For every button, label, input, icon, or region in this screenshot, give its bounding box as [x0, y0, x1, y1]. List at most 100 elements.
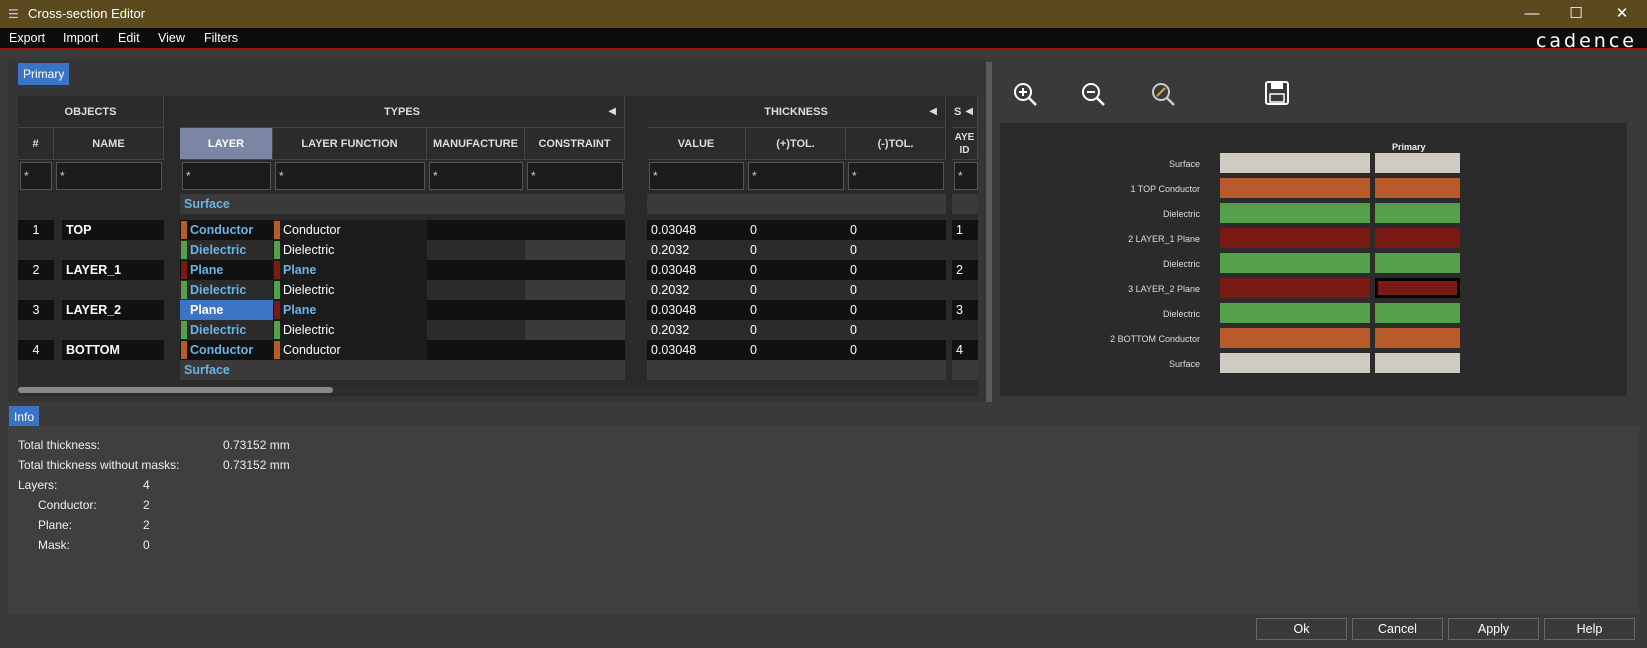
col-ptol[interactable]: (+)TOL.: [746, 128, 846, 160]
cell-layer[interactable]: Plane: [180, 260, 273, 280]
cell-value[interactable]: 0.03048: [647, 300, 746, 320]
preview-layer-bar[interactable]: [1220, 153, 1370, 173]
cell-ptol[interactable]: 0: [746, 280, 846, 300]
cell-manufacture[interactable]: [427, 220, 525, 240]
preview-primary-bar[interactable]: [1375, 228, 1460, 248]
cell-name[interactable]: LAYER_1: [62, 260, 164, 280]
col-ntol[interactable]: (-)TOL.: [846, 128, 946, 160]
splitter[interactable]: [986, 62, 992, 402]
cell-constraint[interactable]: [525, 220, 625, 240]
cell-layer-function[interactable]: Conductor: [273, 340, 427, 360]
col-constraint[interactable]: CONSTRAINT: [525, 128, 625, 160]
preview-layer-bar[interactable]: [1220, 178, 1370, 198]
cell-name[interactable]: TOP: [62, 220, 164, 240]
cell-layer[interactable]: Conductor: [180, 220, 273, 240]
cell-layer-id[interactable]: [952, 280, 978, 300]
cell-num[interactable]: 4: [18, 340, 54, 360]
filter-ntol[interactable]: *: [848, 162, 944, 190]
cell-layer-id[interactable]: [952, 360, 978, 380]
col-layer-id[interactable]: AYE ID: [952, 128, 978, 160]
cell-num[interactable]: 2: [18, 260, 54, 280]
cell-manufacture[interactable]: [427, 280, 525, 300]
cell-layer-function[interactable]: Dielectric: [273, 320, 427, 340]
preview-layer-bar[interactable]: [1220, 253, 1370, 273]
cell-layer-function[interactable]: Plane: [273, 260, 427, 280]
filter-constraint[interactable]: *: [527, 162, 623, 190]
table-row[interactable]: Surface: [18, 360, 978, 380]
cell-manufacture[interactable]: [427, 194, 525, 214]
cell-ntol[interactable]: 0: [846, 340, 946, 360]
filter-layer-function[interactable]: *: [275, 162, 425, 190]
group-s[interactable]: S ◀: [952, 96, 978, 128]
collapse-left-icon[interactable]: ◀: [608, 96, 616, 128]
cell-layer-id[interactable]: [952, 320, 978, 340]
cell-ptol[interactable]: 0: [746, 320, 846, 340]
cell-value[interactable]: [647, 194, 746, 214]
cell-constraint[interactable]: [525, 300, 625, 320]
preview-layer-bar[interactable]: [1220, 303, 1370, 323]
cell-ntol[interactable]: 0: [846, 240, 946, 260]
collapse-left-icon[interactable]: ◀: [929, 96, 937, 128]
cell-ntol[interactable]: [846, 360, 946, 380]
cell-layer-function[interactable]: Dielectric: [273, 280, 427, 300]
cell-num[interactable]: [18, 280, 54, 300]
cell-ntol[interactable]: 0: [846, 280, 946, 300]
cell-ptol[interactable]: 0: [746, 240, 846, 260]
cell-name[interactable]: [54, 280, 164, 300]
menu-view[interactable]: View: [158, 31, 185, 45]
col-manufacture[interactable]: MANUFACTURE: [427, 128, 525, 160]
close-icon[interactable]: ✕: [1612, 4, 1632, 24]
filter-num[interactable]: *: [20, 162, 52, 190]
cell-layer[interactable]: Dielectric: [180, 240, 273, 260]
cell-num[interactable]: 3: [18, 300, 54, 320]
cell-layer-function[interactable]: [273, 360, 427, 380]
table-row[interactable]: Dielectric Dielectric 0.2032 0 0: [18, 280, 978, 300]
filter-layer-id[interactable]: *: [954, 162, 978, 190]
cell-ptol[interactable]: [746, 194, 846, 214]
cell-ntol[interactable]: 0: [846, 320, 946, 340]
cell-layer[interactable]: Dielectric: [180, 320, 273, 340]
filter-name[interactable]: *: [56, 162, 162, 190]
cell-num[interactable]: 1: [18, 220, 54, 240]
cell-ntol[interactable]: 0: [846, 220, 946, 240]
table-row[interactable]: Surface: [18, 194, 978, 214]
cell-layer-id[interactable]: 2: [952, 260, 978, 280]
cell-layer-id[interactable]: 3: [952, 300, 978, 320]
cell-ptol[interactable]: 0: [746, 260, 846, 280]
table-row[interactable]: Dielectric Dielectric 0.2032 0 0: [18, 320, 978, 340]
cancel-button[interactable]: Cancel: [1352, 618, 1443, 640]
zoom-out-icon[interactable]: [1080, 81, 1106, 107]
cell-ptol[interactable]: 0: [746, 220, 846, 240]
preview-layer-bar[interactable]: [1220, 353, 1370, 373]
cell-layer-id[interactable]: [952, 194, 978, 214]
cell-name[interactable]: [54, 194, 164, 214]
group-thickness[interactable]: THICKNESS ◀: [647, 96, 946, 128]
cell-constraint[interactable]: [525, 340, 625, 360]
cell-manufacture[interactable]: [427, 360, 525, 380]
preview-layer-bar[interactable]: [1220, 203, 1370, 223]
menu-edit[interactable]: Edit: [118, 31, 140, 45]
table-row[interactable]: 1 TOP Conductor Conductor 0.03048 0 0 1: [18, 220, 978, 240]
col-layer-function[interactable]: LAYER FUNCTION: [273, 128, 427, 160]
cell-layer-id[interactable]: 4: [952, 340, 978, 360]
preview-primary-bar[interactable]: [1375, 178, 1460, 198]
filter-manufacture[interactable]: *: [429, 162, 523, 190]
save-icon[interactable]: [1264, 80, 1290, 106]
cell-layer[interactable]: Surface: [180, 360, 273, 380]
cell-layer[interactable]: Plane: [180, 300, 273, 320]
cell-constraint[interactable]: [525, 360, 625, 380]
cell-manufacture[interactable]: [427, 320, 525, 340]
cell-ptol[interactable]: [746, 360, 846, 380]
tab-primary[interactable]: Primary: [18, 63, 70, 85]
filter-value[interactable]: *: [649, 162, 744, 190]
preview-primary-bar[interactable]: [1375, 353, 1460, 373]
table-row[interactable]: 3 LAYER_2 Plane Plane 0.03048 0 0 3: [18, 300, 978, 320]
group-types[interactable]: TYPES ◀: [180, 96, 625, 128]
cell-layer[interactable]: Conductor: [180, 340, 273, 360]
cell-value[interactable]: 0.03048: [647, 260, 746, 280]
cell-ntol[interactable]: 0: [846, 300, 946, 320]
col-name[interactable]: NAME: [54, 128, 164, 160]
cell-manufacture[interactable]: [427, 240, 525, 260]
cell-constraint[interactable]: [525, 194, 625, 214]
cell-manufacture[interactable]: [427, 300, 525, 320]
